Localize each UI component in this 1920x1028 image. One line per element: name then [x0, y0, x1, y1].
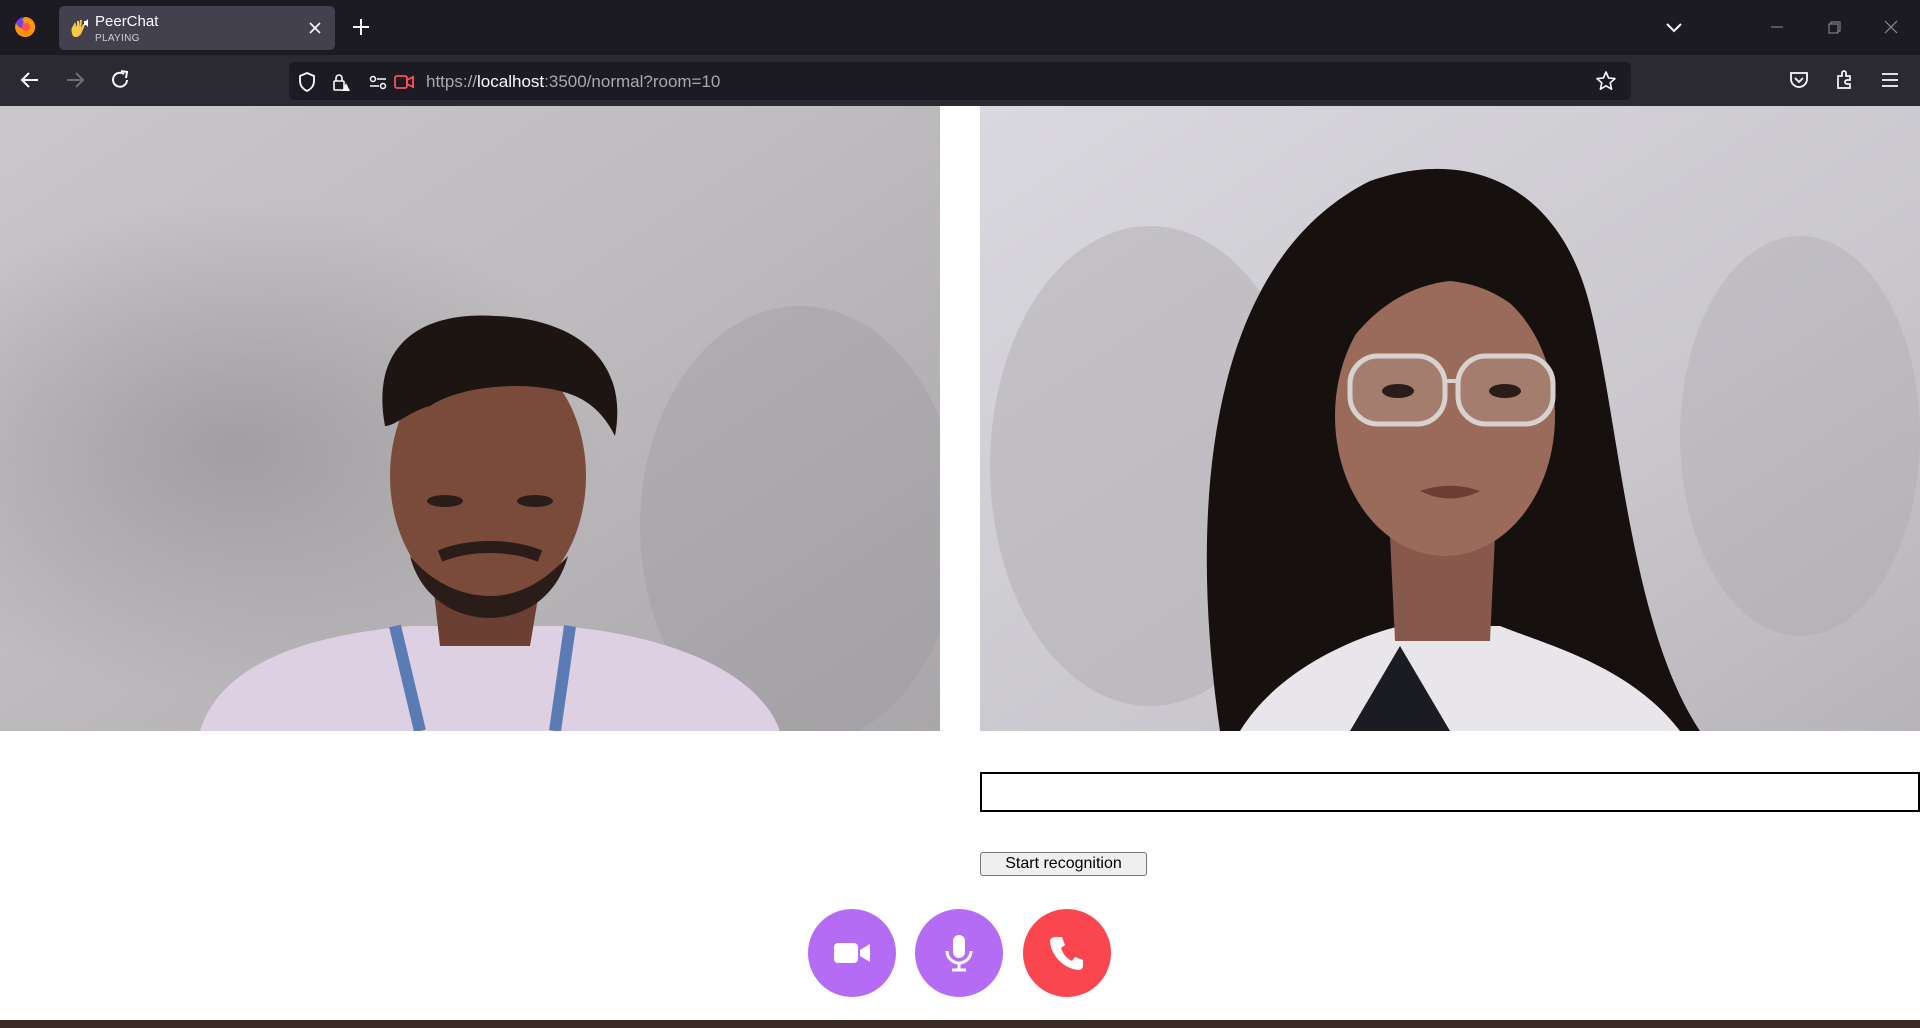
new-tab-icon[interactable]	[350, 16, 372, 38]
insecure-lock-warning-icon[interactable]	[330, 71, 352, 93]
tab-playing-label: PLAYING	[95, 33, 140, 44]
tracking-protection-shield-icon[interactable]	[296, 71, 318, 93]
tab-peerchat[interactable]: PeerChat PLAYING	[59, 6, 335, 50]
taskbar-edge	[0, 1020, 1920, 1028]
back-arrow-icon[interactable]	[17, 67, 43, 93]
extensions-puzzle-icon[interactable]	[1832, 67, 1858, 93]
forward-arrow-icon[interactable]	[62, 67, 88, 93]
url-path: :3500/normal?room=10	[544, 72, 721, 91]
url-scheme: https://	[426, 72, 478, 91]
pocket-icon[interactable]	[1786, 67, 1812, 93]
remote-video-feed	[980, 106, 1920, 731]
list-all-tabs-icon[interactable]	[1662, 16, 1686, 38]
microphone-icon	[945, 935, 973, 972]
restore-window-icon[interactable]	[1821, 14, 1847, 40]
permissions-toggle-icon[interactable]	[367, 71, 389, 93]
toggle-camera-button[interactable]	[808, 909, 896, 997]
firefox-logo-icon[interactable]	[14, 16, 36, 38]
tab-bar: PeerChat PLAYING	[0, 0, 1920, 55]
waving-hand-speaker-icon	[71, 19, 88, 38]
toggle-microphone-button[interactable]	[915, 909, 1003, 997]
close-tab-icon[interactable]	[305, 18, 325, 38]
address-bar[interactable]: https://localhost:3500/normal?room=10	[289, 62, 1631, 100]
url-host: localhost	[477, 72, 545, 91]
start-recognition-button[interactable]: Start recognition	[980, 852, 1147, 876]
minimize-window-icon[interactable]	[1764, 14, 1790, 40]
bookmark-star-icon[interactable]	[1595, 70, 1617, 92]
hamburger-menu-icon[interactable]	[1877, 67, 1903, 93]
video-camera-icon	[834, 943, 870, 963]
tab-title: PeerChat	[95, 13, 159, 30]
end-call-button[interactable]	[1023, 909, 1111, 997]
phone-hangup-icon	[1050, 937, 1083, 970]
speech-transcript-field[interactable]	[980, 772, 1920, 812]
peerchat-call-page: Start recognition	[0, 106, 1920, 1022]
url-text[interactable]: https://localhost:3500/normal?room=10	[426, 72, 720, 92]
local-video-feed	[0, 106, 940, 731]
camera-sharing-indicator-icon[interactable]	[393, 71, 415, 93]
close-window-icon[interactable]	[1878, 14, 1904, 40]
navigation-toolbar: https://localhost:3500/normal?room=10	[0, 55, 1920, 106]
reload-icon[interactable]	[107, 67, 133, 93]
